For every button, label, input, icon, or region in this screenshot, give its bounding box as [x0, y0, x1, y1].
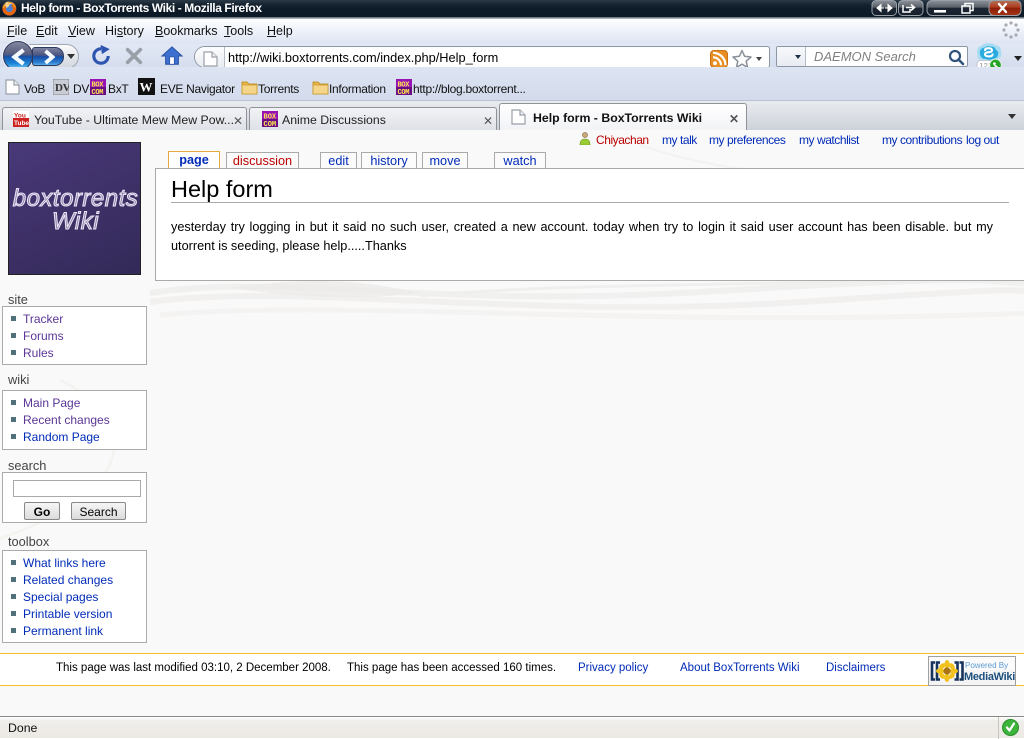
svg-text:COM: COM: [398, 89, 410, 95]
svg-text:You: You: [14, 113, 26, 120]
svg-text:COM: COM: [92, 89, 104, 95]
svg-text:DV: DV: [55, 82, 69, 94]
svg-text:Powered By: Powered By: [965, 661, 1008, 670]
svg-text:COM: COM: [264, 121, 277, 127]
svg-text:MediaWiki: MediaWiki: [964, 671, 1015, 683]
svg-text:Tube: Tube: [14, 120, 29, 127]
svg-text:W: W: [140, 80, 153, 95]
